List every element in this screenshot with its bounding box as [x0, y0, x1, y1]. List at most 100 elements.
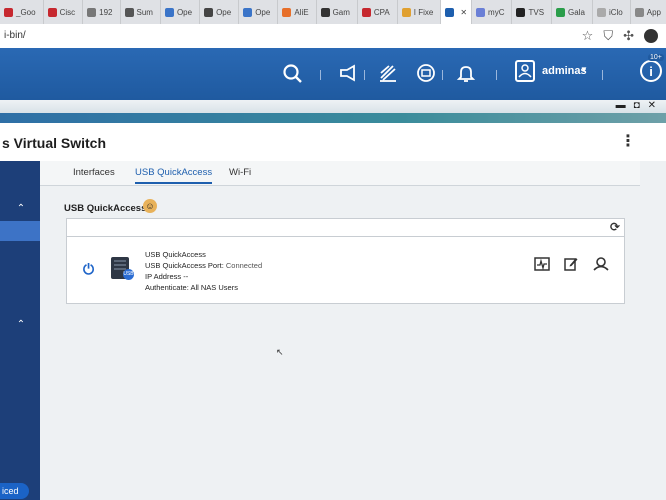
browser-tab-label: Ope — [216, 7, 232, 17]
restore-button[interactable]: ◘ — [634, 100, 640, 112]
minimize-button[interactable]: ▬ — [616, 100, 626, 112]
bookmark-star-icon[interactable]: ☆ — [582, 27, 594, 45]
browser-tab-label: AliE — [294, 7, 309, 17]
device-info: USB QuickAccess USB QuickAccess Port: Co… — [145, 249, 262, 293]
browser-tab[interactable]: 192 — [83, 0, 121, 24]
device-port-row: USB QuickAccess Port: Connected — [145, 261, 263, 270]
favicon-icon — [164, 7, 174, 17]
browser-tab[interactable]: Gala — [552, 0, 593, 24]
browser-tab[interactable]: Sum — [121, 0, 161, 24]
mouse-cursor-icon: ↖ — [276, 347, 284, 357]
browser-tab-label: Sum — [136, 7, 153, 17]
chevron-up-icon[interactable]: ⌃ — [15, 319, 27, 330]
shield-icon[interactable]: ⛉ — [603, 27, 613, 45]
profile-avatar-icon[interactable] — [644, 29, 658, 43]
browser-tab[interactable]: I Fixe — [398, 0, 442, 24]
browser-tab[interactable]: Gam — [317, 0, 358, 24]
favicon-icon — [282, 7, 292, 17]
more-options-icon[interactable]: ⋮ — [620, 131, 636, 151]
qts-header: adminas ▼ i 10+ — [0, 48, 666, 100]
header-separator — [442, 70, 443, 80]
browser-tab-label: TVS — [528, 7, 545, 17]
info-icon[interactable]: i — [640, 60, 662, 82]
notification-badge: 10+ — [648, 54, 664, 61]
browser-tab[interactable]: _Goo — [0, 0, 44, 24]
browser-tab-label: Cisc — [59, 7, 76, 17]
favicon-icon — [124, 7, 134, 17]
browser-tab-label: _Goo — [16, 7, 36, 17]
section-title: USB QuickAccess — [64, 203, 147, 214]
browser-tab[interactable]: Cisc — [44, 0, 84, 24]
browser-tab[interactable]: App — [631, 0, 666, 24]
tab-wifi[interactable]: Wi-Fi — [229, 167, 251, 182]
refresh-icon[interactable]: ⟳ — [610, 220, 620, 234]
extensions-icon[interactable]: ✣ — [623, 27, 634, 45]
header-separator — [496, 70, 497, 80]
favicon-icon — [204, 7, 214, 17]
favicon-icon — [4, 7, 13, 17]
favicon-icon — [596, 7, 606, 17]
user-help-icon[interactable]: ☺ — [143, 199, 157, 213]
sidebar-item-active[interactable] — [0, 221, 40, 241]
close-tab-icon[interactable]: ✕ — [460, 8, 467, 17]
port-status: Connected — [225, 261, 263, 270]
favicon-icon — [634, 7, 644, 17]
browser-tab-label: Ope — [255, 7, 271, 17]
app-title-bar: s Virtual Switch ⋮ — [0, 123, 666, 162]
browser-tab[interactable]: Ope — [200, 0, 240, 24]
bell-icon[interactable] — [454, 62, 478, 86]
browser-tab-label: iClo — [608, 7, 623, 17]
url-text[interactable]: i-bin/ — [4, 30, 26, 41]
favicon-icon — [87, 7, 97, 17]
browser-tab[interactable]: CPA — [358, 0, 398, 24]
window-accent-strip — [0, 113, 666, 123]
browser-tab-label: CPA — [373, 7, 390, 17]
usb-badge-icon: USB — [123, 269, 134, 280]
browser-tab[interactable]: TVS — [512, 0, 553, 24]
browser-tab-label: Ope — [176, 7, 193, 17]
device-actions — [534, 257, 610, 274]
favicon-icon — [243, 7, 253, 17]
window-titlebar: ▬ ◘ ✕ — [0, 100, 666, 114]
browser-tab-label: Gala — [568, 7, 585, 17]
monitor-icon[interactable] — [534, 257, 550, 274]
tab-usb-quickaccess[interactable]: USB QuickAccess — [135, 167, 213, 184]
header-separator — [364, 70, 365, 80]
edit-icon[interactable] — [564, 257, 578, 274]
browser-tab[interactable]: Ope — [161, 0, 201, 24]
user-group-icon[interactable] — [592, 257, 610, 274]
power-icon[interactable]: ⏻ — [83, 261, 94, 278]
browser-tab[interactable]: Ope — [239, 0, 279, 24]
favicon-icon — [361, 7, 371, 17]
search-icon[interactable] — [280, 62, 304, 86]
header-separator — [602, 70, 603, 80]
auth-value: All NAS Users — [190, 283, 238, 292]
address-bar[interactable]: i-bin/ ☆ ⛉ ✣ — [0, 24, 666, 49]
browser-tab-label: App — [646, 7, 661, 17]
browser-tab-label: myC — [488, 7, 505, 17]
tab-interfaces[interactable]: Interfaces — [73, 167, 115, 182]
browser-tab-label: I Fixe — [413, 7, 434, 17]
browser-tab-label: 192 — [99, 7, 113, 17]
browser-tab[interactable]: AliE — [278, 0, 317, 24]
backup-sync-icon[interactable] — [414, 62, 438, 86]
favicon-icon — [556, 7, 566, 17]
main-panel: Interfaces USB QuickAccess Wi-Fi USB Qui… — [40, 161, 666, 500]
megaphone-icon[interactable] — [336, 62, 360, 86]
user-menu-caret-icon[interactable]: ▼ — [580, 65, 588, 74]
user-avatar-icon[interactable] — [515, 60, 535, 82]
browser-tab[interactable]: ✕ — [441, 0, 473, 24]
advanced-mode-button[interactable]: iced — [0, 483, 29, 499]
favicon-icon — [445, 7, 455, 17]
browser-tab[interactable]: myC — [472, 0, 513, 24]
list-toolbar: ⟳ — [66, 218, 625, 237]
browser-tab-label: Gam — [332, 7, 350, 17]
tasks-icon[interactable] — [376, 62, 400, 86]
close-button[interactable]: ✕ — [648, 100, 656, 112]
browser-tab[interactable]: iClo — [593, 0, 631, 24]
tab-bar: Interfaces USB QuickAccess Wi-Fi — [40, 161, 640, 186]
chevron-up-icon[interactable]: ⌃ — [15, 203, 27, 214]
window-controls: ▬ ◘ ✕ — [616, 100, 656, 112]
address-bar-actions: ☆ ⛉ ✣ — [582, 27, 658, 45]
header-separator — [320, 70, 321, 80]
